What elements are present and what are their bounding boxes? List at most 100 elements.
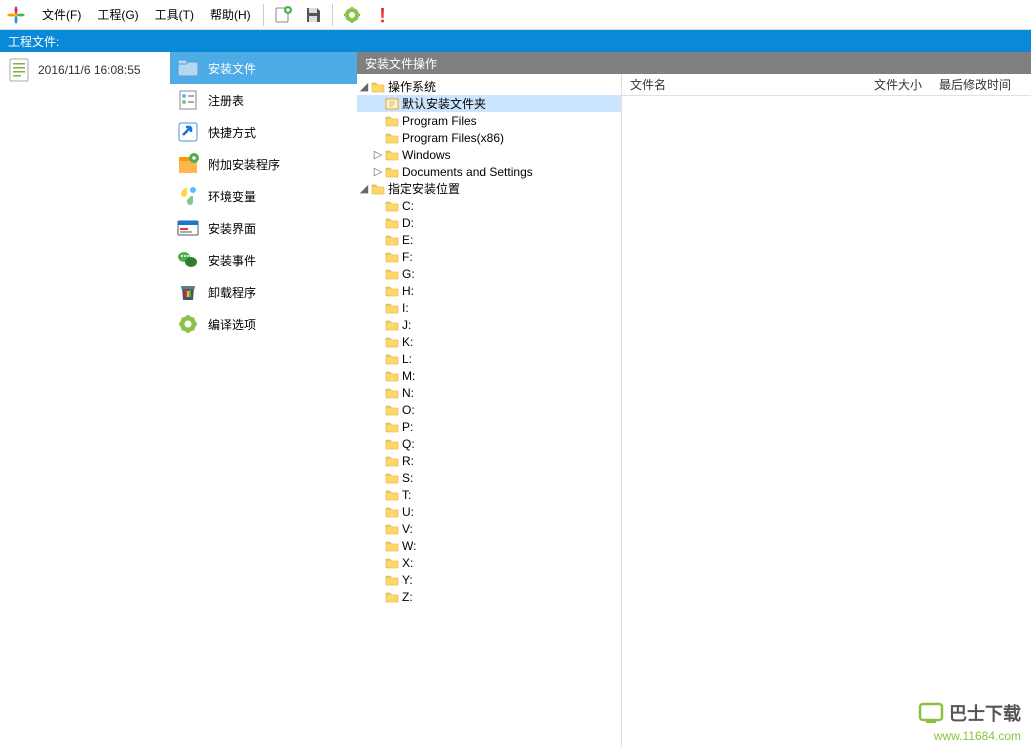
nav-item[interactable]: 安装界面 — [170, 212, 357, 244]
tree-row[interactable]: K: — [357, 333, 621, 350]
tree-row[interactable]: ◢ 操作系统 — [357, 78, 621, 95]
env-icon — [176, 184, 200, 208]
tree-label: Q: — [402, 437, 415, 451]
folder-icon — [385, 386, 399, 400]
menu-separator — [263, 4, 264, 26]
nav-item[interactable]: 安装文件 — [170, 52, 357, 84]
nav-item-label: 注册表 — [208, 92, 244, 109]
nav-panel: 安装文件注册表快捷方式附加安装程序环境变量安装界面安装事件卸载程序编译选项 — [170, 52, 357, 747]
nav-item-label: 卸载程序 — [208, 284, 256, 301]
tree-row[interactable]: L: — [357, 350, 621, 367]
tree-row[interactable]: ▷Windows — [357, 146, 621, 163]
folder-icon — [385, 335, 399, 349]
tree-label: K: — [402, 335, 413, 349]
tree-label: U: — [402, 505, 414, 519]
tree-row[interactable]: Program Files — [357, 112, 621, 129]
tree-row[interactable]: H: — [357, 282, 621, 299]
folder-icon — [385, 573, 399, 587]
folder-tree-panel[interactable]: ◢ 操作系统默认安装文件夹 Program FilesProgram Files(x… — [357, 74, 622, 747]
tree-toggle-icon[interactable]: ◢ — [357, 182, 371, 195]
tree-row[interactable]: I: — [357, 299, 621, 316]
nav-item[interactable]: 注册表 — [170, 84, 357, 116]
tree-row[interactable]: Q: — [357, 435, 621, 452]
folder-icon — [385, 114, 399, 128]
folder-icon — [385, 488, 399, 502]
registry-icon — [176, 88, 200, 112]
tree-label: G: — [402, 267, 415, 281]
folder-icon — [385, 539, 399, 553]
project-item[interactable]: 2016/11/6 16:08:55 — [0, 52, 170, 88]
tree-row[interactable]: W: — [357, 537, 621, 554]
tree-row[interactable]: N: — [357, 384, 621, 401]
tree-row[interactable]: Program Files(x86) — [357, 129, 621, 146]
tree-row[interactable]: J: — [357, 316, 621, 333]
tree-label: C: — [402, 199, 414, 213]
folder-icon — [385, 437, 399, 451]
tree-row[interactable]: S: — [357, 469, 621, 486]
folder-icon — [385, 250, 399, 264]
tree-row[interactable]: X: — [357, 554, 621, 571]
tree-row[interactable]: V: — [357, 520, 621, 537]
folder-icon — [385, 318, 399, 332]
nav-item[interactable]: 快捷方式 — [170, 116, 357, 148]
watermark-logo-icon — [917, 699, 945, 727]
new-button[interactable] — [269, 2, 297, 28]
folder-icon — [385, 505, 399, 519]
main-area: 2016/11/6 16:08:55 安装文件注册表快捷方式附加安装程序环境变量… — [0, 52, 1031, 747]
tree-row[interactable]: ◢ 指定安装位置 — [357, 180, 621, 197]
tree-row[interactable]: Y: — [357, 571, 621, 588]
nav-item[interactable]: 卸载程序 — [170, 276, 357, 308]
nav-item[interactable]: 编译选项 — [170, 308, 357, 340]
ui-icon — [176, 216, 200, 240]
column-filename[interactable]: 文件名 — [622, 76, 866, 93]
nav-item[interactable]: 安装事件 — [170, 244, 357, 276]
tree-label: R: — [402, 454, 414, 468]
special-folder-icon — [385, 97, 399, 111]
tree-row[interactable]: G: — [357, 265, 621, 282]
tree-label: O: — [402, 403, 415, 417]
tree-label: F: — [402, 250, 413, 264]
tree-row[interactable]: M: — [357, 367, 621, 384]
folder-icon — [385, 199, 399, 213]
tree-row[interactable]: 默认安装文件夹 — [357, 95, 621, 112]
column-modified[interactable]: 最后修改时间 — [931, 76, 1031, 93]
tree-row[interactable]: ▷ Documents and Settings — [357, 163, 621, 180]
content-header-bar: 安装文件操作 — [357, 52, 1031, 74]
column-filesize[interactable]: 文件大小 — [866, 76, 931, 93]
tree-row[interactable]: F: — [357, 248, 621, 265]
tree-row[interactable]: E: — [357, 231, 621, 248]
tree-row[interactable]: R: — [357, 452, 621, 469]
tree-row[interactable]: Z: — [357, 588, 621, 605]
tree-row[interactable]: T: — [357, 486, 621, 503]
folder-icon — [385, 301, 399, 315]
tree-row[interactable]: P: — [357, 418, 621, 435]
warning-button[interactable] — [368, 2, 396, 28]
tree-row[interactable]: O: — [357, 401, 621, 418]
tree-label: L: — [402, 352, 412, 366]
folder-icon — [371, 80, 385, 94]
build-button[interactable] — [338, 2, 366, 28]
watermark: 巴士下载 www.11684.com — [917, 699, 1021, 743]
tree-label: Program Files — [402, 114, 477, 128]
tree-label: 操作系统 — [388, 78, 436, 95]
app-logo-icon — [4, 3, 28, 27]
nav-item[interactable]: 附加安装程序 — [170, 148, 357, 180]
tree-row[interactable]: C: — [357, 197, 621, 214]
project-list-panel: 2016/11/6 16:08:55 — [0, 52, 170, 747]
tree-row[interactable]: D: — [357, 214, 621, 231]
folder-icon — [385, 131, 399, 145]
menu-item[interactable]: 工程(G) — [89, 4, 146, 26]
tree-label: Documents and Settings — [402, 165, 533, 179]
menu-item[interactable]: 工具(T) — [147, 4, 202, 26]
nav-item-label: 编译选项 — [208, 316, 256, 333]
tree-toggle-icon[interactable]: ▷ — [371, 148, 385, 161]
tree-label: M: — [402, 369, 415, 383]
nav-item[interactable]: 环境变量 — [170, 180, 357, 212]
tree-toggle-icon[interactable]: ▷ — [371, 165, 385, 178]
tree-label: 指定安装位置 — [388, 180, 460, 197]
save-button[interactable] — [299, 2, 327, 28]
menu-item[interactable]: 帮助(H) — [202, 4, 259, 26]
menu-item[interactable]: 文件(F) — [34, 4, 89, 26]
tree-toggle-icon[interactable]: ◢ — [357, 80, 371, 93]
tree-row[interactable]: U: — [357, 503, 621, 520]
